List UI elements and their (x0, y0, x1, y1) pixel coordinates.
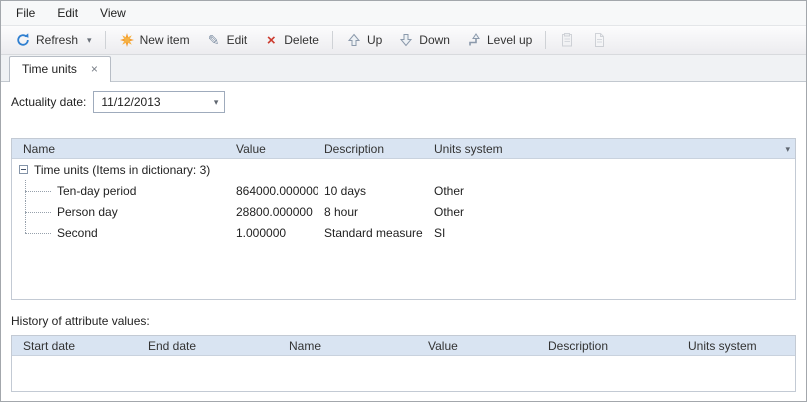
up-button[interactable]: Up (338, 28, 390, 52)
table-row[interactable]: Person day 28800.000000 8 hour Other (12, 201, 795, 222)
column-header-description[interactable]: Description (318, 142, 428, 156)
arrow-up-icon (346, 32, 362, 48)
document-disabled-button (583, 28, 615, 52)
menu-edit[interactable]: Edit (46, 2, 89, 24)
delete-button[interactable]: × Delete (255, 28, 327, 52)
tree-connector (25, 222, 26, 233)
actuality-date-label: Actuality date: (11, 95, 86, 109)
tree-connector (25, 212, 51, 213)
actuality-date-row: Actuality date: 11/12/2013 ▾ (11, 91, 796, 113)
pencil-icon: ✎ (206, 32, 222, 48)
cell-units-system: Other (428, 201, 795, 222)
grid-header: Name Value Description Units system ▾ (12, 139, 795, 159)
column-header-name[interactable]: Name (283, 339, 422, 353)
refresh-button[interactable]: Refresh ▾ (7, 28, 100, 52)
level-up-icon (466, 32, 482, 48)
toolbar-separator (545, 31, 546, 49)
delete-x-icon: × (263, 32, 279, 48)
collapse-icon[interactable] (19, 165, 28, 174)
history-label: History of attribute values: (11, 314, 796, 330)
tabstrip: Time units × (1, 55, 806, 82)
group-row[interactable]: Time units (Items in dictionary: 3) (12, 159, 795, 180)
column-header-value[interactable]: Value (230, 142, 318, 156)
actuality-date-value: 11/12/2013 (101, 95, 160, 109)
column-header-description[interactable]: Description (542, 339, 682, 353)
tab-close-icon[interactable]: × (89, 62, 100, 76)
cell-value: 864000.000000 (230, 180, 318, 201)
new-item-button[interactable]: New item (111, 28, 198, 52)
new-item-star-icon (119, 32, 135, 48)
column-header-start-date[interactable]: Start date (12, 339, 142, 353)
new-item-label: New item (140, 33, 190, 47)
edit-button[interactable]: ✎ Edit (198, 28, 256, 52)
cell-name: Ten-day period (57, 184, 136, 198)
group-row-label: Time units (Items in dictionary: 3) (34, 163, 210, 177)
menu-file[interactable]: File (5, 2, 46, 24)
tab-time-units[interactable]: Time units × (9, 56, 111, 82)
toolbar-separator (105, 31, 106, 49)
refresh-icon (15, 32, 31, 48)
cell-description: Standard measure (318, 222, 428, 243)
cell-value: 1.000000 (230, 222, 318, 243)
level-up-label: Level up (487, 33, 532, 47)
table-row[interactable]: Ten-day period 864000.000000 10 days Oth… (12, 180, 795, 201)
cell-name: Second (57, 226, 98, 240)
down-button[interactable]: Down (390, 28, 458, 52)
menu-view[interactable]: View (89, 2, 137, 24)
actuality-date-combo[interactable]: 11/12/2013 ▾ (93, 91, 225, 113)
edit-label: Edit (227, 33, 248, 47)
column-header-value[interactable]: Value (422, 339, 542, 353)
cell-value: 28800.000000 (230, 201, 318, 222)
cell-units-system: SI (428, 222, 795, 243)
cell-description: 8 hour (318, 201, 428, 222)
clipboard-disabled-button (551, 28, 583, 52)
column-header-name[interactable]: Name (12, 142, 230, 156)
tree-connector (25, 191, 51, 192)
cell-name: Person day (57, 205, 118, 219)
history-grid-header: Start date End date Name Value Descripti… (12, 336, 795, 356)
history-grid: Start date End date Name Value Descripti… (11, 335, 796, 392)
toolbar-separator (332, 31, 333, 49)
refresh-dropdown-icon[interactable]: ▾ (87, 35, 92, 46)
menubar: File Edit View (1, 1, 806, 25)
level-up-button[interactable]: Level up (458, 28, 540, 52)
clipboard-icon (559, 32, 575, 48)
cell-description: 10 days (318, 180, 428, 201)
refresh-label: Refresh (36, 33, 78, 47)
column-header-units-system[interactable]: Units system (682, 339, 795, 353)
history-grid-body (12, 356, 795, 391)
column-header-end-date[interactable]: End date (142, 339, 283, 353)
tree-connector (25, 233, 51, 234)
arrow-down-icon (398, 32, 414, 48)
column-header-units-system[interactable]: Units system (428, 142, 795, 156)
up-label: Up (367, 33, 382, 47)
delete-label: Delete (284, 33, 319, 47)
grid-body: Time units (Items in dictionary: 3) Ten-… (12, 159, 795, 299)
document-icon (591, 32, 607, 48)
combo-dropdown-icon[interactable]: ▾ (214, 97, 219, 108)
cell-units-system: Other (428, 180, 795, 201)
column-chooser-icon[interactable]: ▾ (785, 144, 790, 155)
time-units-grid: Name Value Description Units system ▾ Ti… (11, 138, 796, 300)
table-row[interactable]: Second 1.000000 Standard measure SI (12, 222, 795, 243)
down-label: Down (419, 33, 450, 47)
tab-label: Time units (22, 62, 77, 76)
toolbar: Refresh ▾ New item ✎ Edit × Delete (1, 25, 806, 55)
app-window: File Edit View Refresh ▾ New item (0, 0, 807, 402)
content-pane: Actuality date: 11/12/2013 ▾ Name Value … (1, 91, 806, 402)
